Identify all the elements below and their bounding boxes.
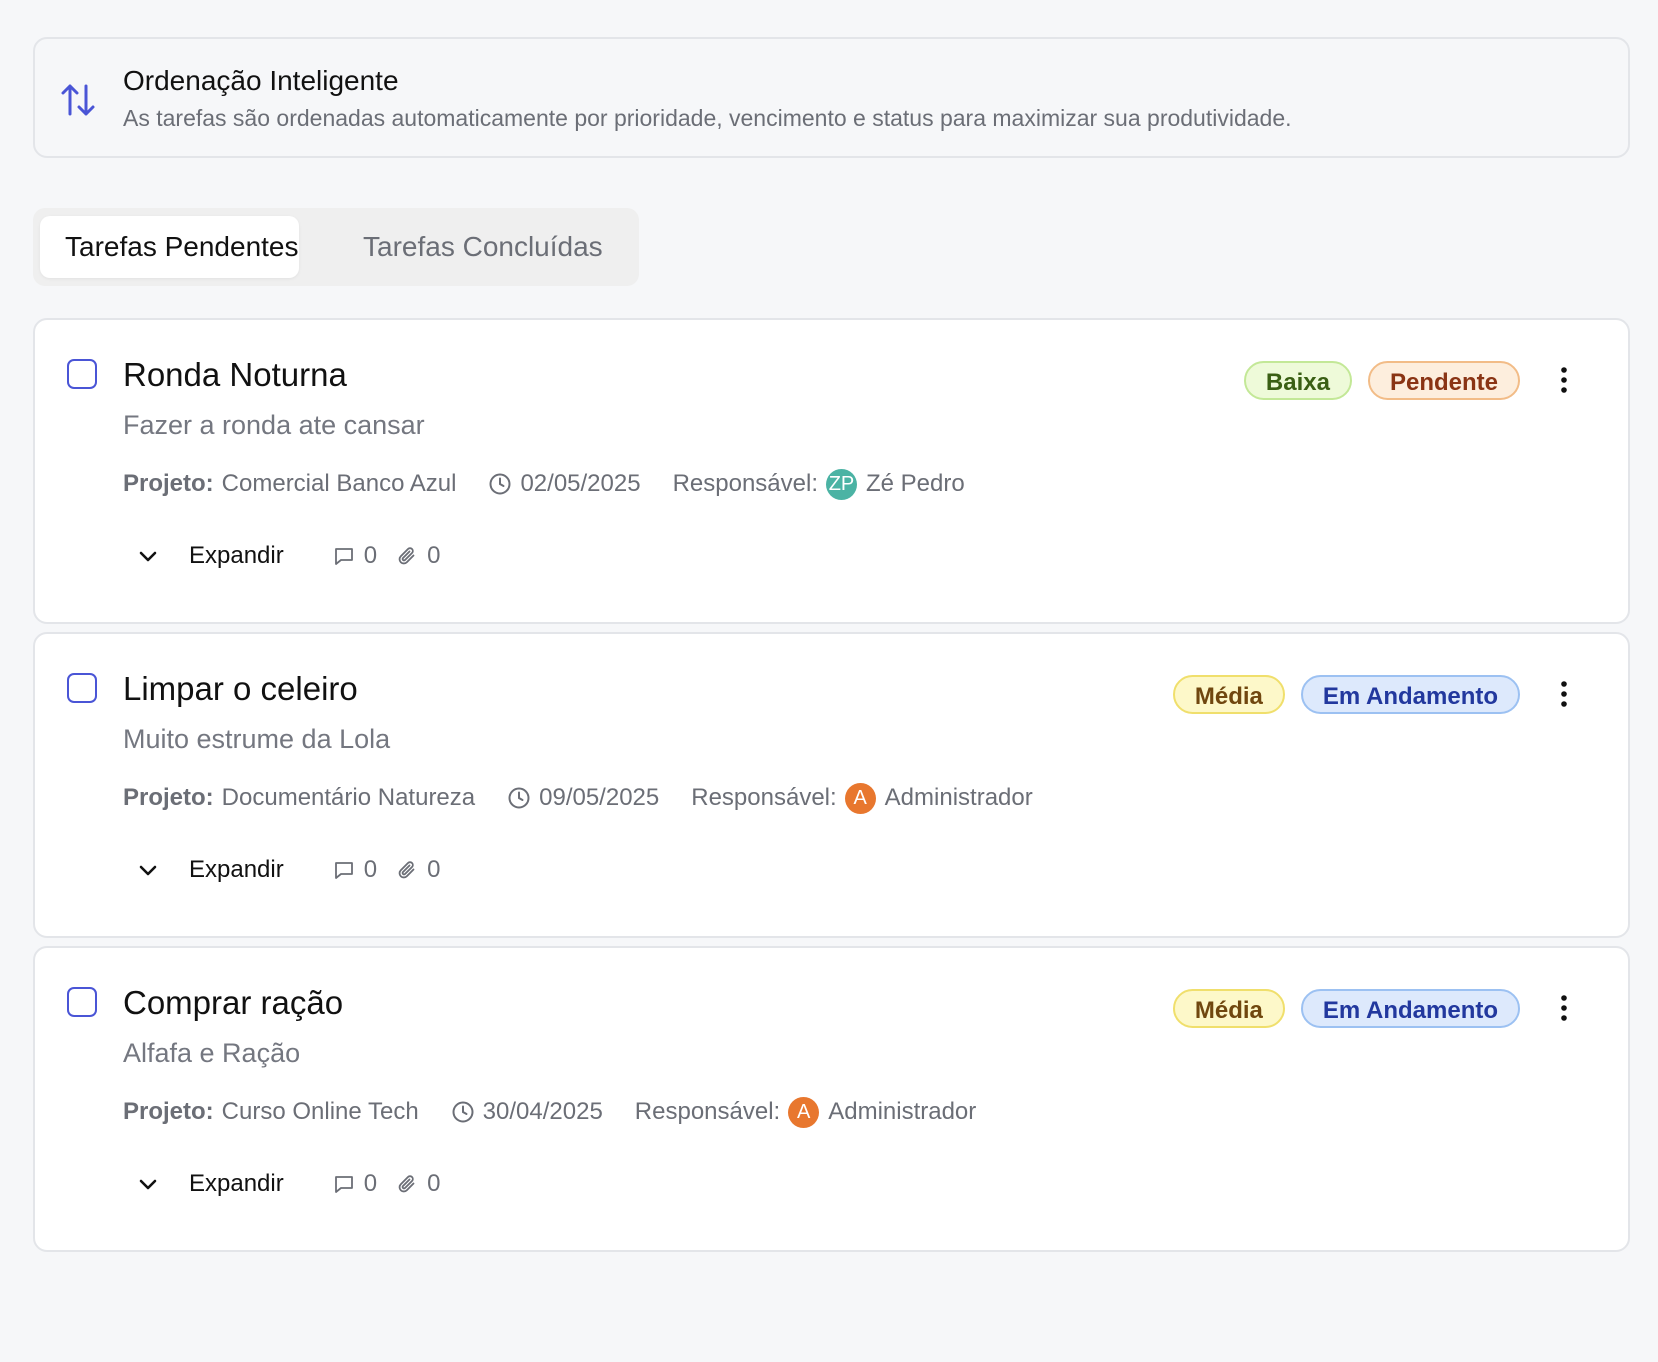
task-card: Comprar ração Alfafa e Ração Projeto: Cu… [33, 946, 1630, 1252]
task-badges: Média Em Andamento [1157, 675, 1520, 714]
project-label: Projeto: [123, 470, 214, 497]
attachments-value: 0 [427, 1170, 441, 1197]
responsible-label: Responsável: [634, 1098, 781, 1125]
paperclip-icon [398, 547, 415, 565]
attachments-count: 0 [395, 1170, 440, 1198]
status-badge: Em Andamento [1300, 675, 1520, 714]
task-badges: Baixa Pendente [1228, 361, 1520, 400]
comment-icon [334, 1176, 353, 1193]
task-checkbox[interactable] [67, 987, 97, 1017]
chevron-down-icon [139, 865, 157, 876]
project-name: Comercial Banco Azul [221, 470, 457, 497]
task-checkbox[interactable] [67, 673, 97, 703]
attachments-value: 0 [427, 856, 441, 883]
project-label: Projeto: [123, 784, 214, 811]
paperclip-icon [398, 861, 415, 879]
comments-value: 0 [363, 856, 378, 883]
attachments-count: 0 [395, 856, 440, 884]
assignee-name: Zé Pedro [866, 470, 965, 497]
chevron-down-icon [139, 551, 157, 562]
info-description: As tarefas são ordenadas automaticamente… [123, 105, 1292, 131]
avatar: ZP [826, 468, 857, 500]
comments-value: 0 [363, 542, 378, 569]
sort-arrows-icon [61, 84, 95, 116]
responsible-label: Responsável: [672, 470, 818, 497]
task-title: Comprar ração [123, 984, 344, 1021]
expand-label: Expandir [189, 856, 284, 883]
expand-button[interactable]: Expandir [135, 1170, 284, 1198]
more-options-icon[interactable] [1552, 676, 1576, 712]
task-card: Limpar o celeiro Muito estrume da Lola P… [33, 632, 1630, 938]
comment-icon [334, 548, 353, 565]
task-footer: Expandir 0 0 [135, 536, 458, 576]
comments-value: 0 [363, 1170, 378, 1197]
due-date: 30/04/2025 [482, 1098, 603, 1125]
due-date: 09/05/2025 [539, 784, 660, 811]
attachments-count: 0 [395, 542, 440, 570]
task-badges: Média Em Andamento [1157, 989, 1520, 1028]
task-description: Fazer a ronda ate cansar [123, 410, 425, 440]
task-meta: Projeto: Curso Online Tech 30/04/2025 Re… [123, 1092, 976, 1132]
comment-icon [334, 862, 353, 879]
paperclip-icon [398, 1175, 415, 1193]
project-name: Curso Online Tech [221, 1098, 419, 1125]
task-checkbox[interactable] [67, 359, 97, 389]
comments-count: 0 [332, 1170, 377, 1198]
more-options-icon[interactable] [1552, 990, 1576, 1026]
task-card: Ronda Noturna Fazer a ronda ate cansar P… [33, 318, 1630, 624]
smart-sorting-info: Ordenação Inteligente As tarefas são ord… [33, 37, 1630, 158]
expand-label: Expandir [189, 542, 284, 569]
comments-count: 0 [332, 856, 377, 884]
task-footer: Expandir 0 0 [135, 1164, 458, 1204]
responsible-label: Responsável: [691, 784, 837, 811]
project-label: Projeto: [123, 1098, 214, 1125]
comments-count: 0 [332, 542, 377, 570]
expand-button[interactable]: Expandir [135, 856, 284, 884]
assignee-name: Administrador [828, 1098, 977, 1125]
assignee-name: Administrador [884, 784, 1033, 811]
task-description: Muito estrume da Lola [123, 724, 391, 754]
attachments-value: 0 [427, 542, 441, 569]
task-footer: Expandir 0 0 [135, 850, 458, 890]
task-tabs: Tarefas Pendentes Tarefas Concluídas [33, 208, 639, 286]
avatar: A [788, 1096, 820, 1128]
expand-label: Expandir [189, 1170, 284, 1197]
due-date: 02/05/2025 [520, 470, 641, 497]
more-options-icon[interactable] [1552, 362, 1576, 398]
expand-button[interactable]: Expandir [135, 542, 284, 570]
status-badge: Em Andamento [1300, 989, 1520, 1028]
priority-badge: Baixa [1243, 361, 1352, 400]
tab-pending[interactable]: Tarefas Pendentes [40, 216, 299, 278]
task-meta: Projeto: Comercial Banco Azul 02/05/2025… [123, 464, 965, 504]
clock-icon [508, 787, 530, 809]
avatar: A [844, 782, 876, 814]
status-badge: Pendente [1367, 361, 1520, 400]
info-title: Ordenação Inteligente [123, 65, 399, 96]
tab-completed[interactable]: Tarefas Concluídas [363, 216, 603, 278]
clock-icon [489, 473, 511, 495]
task-description: Alfafa e Ração [123, 1038, 301, 1068]
task-title: Limpar o celeiro [123, 670, 358, 707]
task-meta: Projeto: Documentário Natureza 09/05/202… [123, 778, 1033, 818]
priority-badge: Média [1172, 989, 1285, 1028]
clock-icon [452, 1101, 474, 1123]
chevron-down-icon [139, 1179, 157, 1190]
task-title: Ronda Noturna [123, 356, 347, 393]
project-name: Documentário Natureza [221, 784, 476, 811]
priority-badge: Média [1172, 675, 1285, 714]
